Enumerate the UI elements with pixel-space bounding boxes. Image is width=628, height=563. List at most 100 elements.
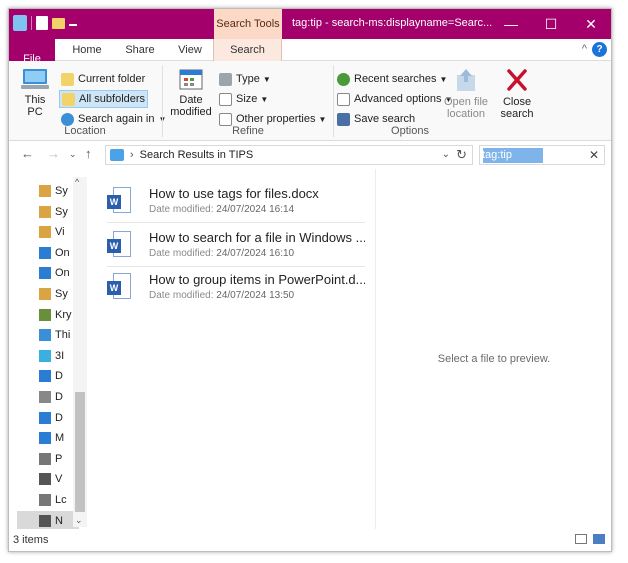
nav-item-label: D	[55, 391, 63, 403]
nav-item-label: Sy	[55, 205, 68, 218]
scrollbar-thumb[interactable]	[75, 392, 85, 512]
nav-item-label: Lc	[55, 494, 67, 506]
window-title: tag:tip - search-ms:displayname=Searc...	[292, 17, 492, 29]
recent-searches-button[interactable]: Recent searches ▼	[337, 71, 447, 87]
file-explorer-window: Search Tools tag:tip - search-ms:display…	[8, 8, 612, 552]
current-folder-button[interactable]: Current folder	[59, 71, 147, 87]
save-icon	[337, 112, 350, 126]
search-box[interactable]: ✕	[479, 145, 605, 165]
nav-item-label: Kry	[55, 308, 72, 321]
status-bar: 3 items	[9, 529, 611, 551]
date-modified-label: Date modified:	[149, 248, 214, 259]
date-modified-label: Date modified:	[149, 204, 214, 215]
close-search-label-2: search	[500, 108, 534, 120]
search-results-icon	[110, 149, 124, 161]
window-controls: — ☐ ✕	[491, 9, 611, 39]
date-modified-value: 24/07/2024 13:50	[216, 290, 295, 301]
word-document-icon: W	[107, 187, 133, 217]
nav-item-icon	[39, 329, 51, 342]
file-name: How to use tags for files.docx	[149, 186, 319, 201]
nav-item-label: D	[55, 411, 63, 424]
file-item[interactable]: W How to use tags for files.docx Date mo…	[107, 183, 365, 223]
search-icon	[61, 112, 74, 126]
back-arrow-icon[interactable]: ←	[21, 146, 34, 161]
maximize-button[interactable]: ☐	[531, 9, 571, 39]
address-bar[interactable]: › Search Results in TIPS ⌄ ↻	[105, 145, 473, 165]
search-input[interactable]	[482, 147, 582, 163]
nav-item-label: On	[55, 267, 70, 280]
open-file-location-label-1: Open file	[443, 96, 489, 108]
nav-item[interactable]: N	[17, 510, 79, 531]
tab-view[interactable]: View	[167, 39, 213, 61]
current-folder-label: Current folder	[78, 73, 146, 85]
size-button[interactable]: Size ▼	[219, 91, 268, 107]
ribbon-tabs: File Home Share View Search ^ ?	[9, 39, 611, 79]
customize-toolbar-icon[interactable]	[69, 20, 77, 26]
clear-search-icon[interactable]: ✕	[589, 148, 599, 162]
scroll-down-icon[interactable]: ⌄	[75, 515, 83, 526]
breadcrumb-path: Search Results in TIPS	[139, 149, 254, 161]
this-pc-label-1: This	[24, 94, 46, 106]
type-icon	[219, 72, 232, 86]
close-search-button[interactable]: Close search	[495, 67, 539, 120]
navigation-pane: Sy Sy Vi On On Sy Kry Thi 3I D D D M P V Lc N ^ ⌄	[9, 169, 89, 531]
advanced-options-button[interactable]: Advanced options ▼	[337, 91, 452, 107]
forward-arrow-icon[interactable]: →	[47, 146, 60, 161]
recent-locations-chevron-icon[interactable]: ⌄	[69, 149, 77, 160]
date-modified-label-2: modified	[170, 106, 212, 118]
nav-item-icon	[39, 288, 51, 300]
scroll-up-icon[interactable]: ^	[75, 177, 79, 187]
close-window-button[interactable]: ✕	[571, 9, 611, 39]
file-item[interactable]: W How to group items in PowerPoint.d... …	[107, 269, 365, 309]
navigation-bar: ← → ⌄ ↑ › Search Results in TIPS ⌄ ↻ ✕	[9, 142, 611, 168]
folder-icon[interactable]	[13, 15, 27, 31]
computer-icon	[21, 69, 49, 89]
file-date-modified: Date modified: 24/07/2024 13:50	[149, 290, 365, 301]
refine-group-label: Refine	[232, 125, 264, 137]
minimize-button[interactable]: —	[491, 9, 531, 39]
up-arrow-icon[interactable]: ↑	[85, 146, 92, 161]
date-modified-value: 24/07/2024 16:10	[216, 248, 295, 259]
location-group-label: Location	[64, 125, 106, 137]
quick-access-toolbar	[13, 15, 77, 31]
details-view-icon[interactable]	[575, 534, 587, 544]
open-file-location-icon	[457, 69, 475, 91]
nav-item-label: M	[55, 432, 65, 445]
open-file-location-button[interactable]: Open file location	[441, 67, 491, 120]
recent-searches-icon	[337, 72, 350, 86]
address-dropdown-icon[interactable]: ⌄	[442, 149, 450, 160]
nav-scrollbar[interactable]: ^ ⌄	[73, 177, 87, 527]
tab-search[interactable]: Search	[213, 39, 282, 61]
this-pc-button[interactable]: This PC	[15, 67, 55, 118]
tab-share[interactable]: Share	[115, 39, 165, 61]
date-modified-button[interactable]: Date modified	[167, 67, 215, 118]
type-button[interactable]: Type ▼	[219, 71, 271, 87]
properties-icon[interactable]	[36, 16, 48, 30]
word-document-icon: W	[107, 231, 133, 261]
nav-item-icon	[39, 308, 51, 321]
nav-item-label: V	[55, 473, 63, 486]
all-subfolders-button[interactable]: All subfolders	[59, 90, 149, 108]
ribbon-search-panel: This PC Current folder All subfolders Se…	[9, 61, 611, 141]
help-icon[interactable]: ?	[592, 42, 607, 57]
nav-item-icon	[39, 452, 51, 465]
item-count: 3 items	[13, 534, 49, 546]
advanced-options-label: Advanced options	[354, 93, 442, 105]
close-icon	[507, 69, 527, 91]
calendar-icon	[179, 69, 203, 90]
large-icons-view-icon[interactable]	[593, 534, 605, 544]
refresh-icon[interactable]: ↻	[456, 147, 467, 163]
nav-item-icon	[39, 349, 51, 362]
tab-home[interactable]: Home	[61, 39, 113, 61]
collapse-ribbon-icon[interactable]: ^	[582, 43, 587, 55]
file-list: W How to use tags for files.docx Date mo…	[91, 169, 375, 529]
nav-item-icon	[39, 205, 51, 218]
new-folder-icon[interactable]	[52, 17, 65, 29]
file-item[interactable]: W How to search for a file in Windows ..…	[107, 227, 365, 267]
type-label: Type	[236, 73, 260, 85]
word-document-icon: W	[107, 273, 133, 303]
nav-item-label: Vi	[55, 226, 65, 239]
folder-icon	[61, 72, 74, 86]
nav-item-icon	[39, 432, 51, 445]
save-search-label: Save search	[354, 113, 416, 125]
